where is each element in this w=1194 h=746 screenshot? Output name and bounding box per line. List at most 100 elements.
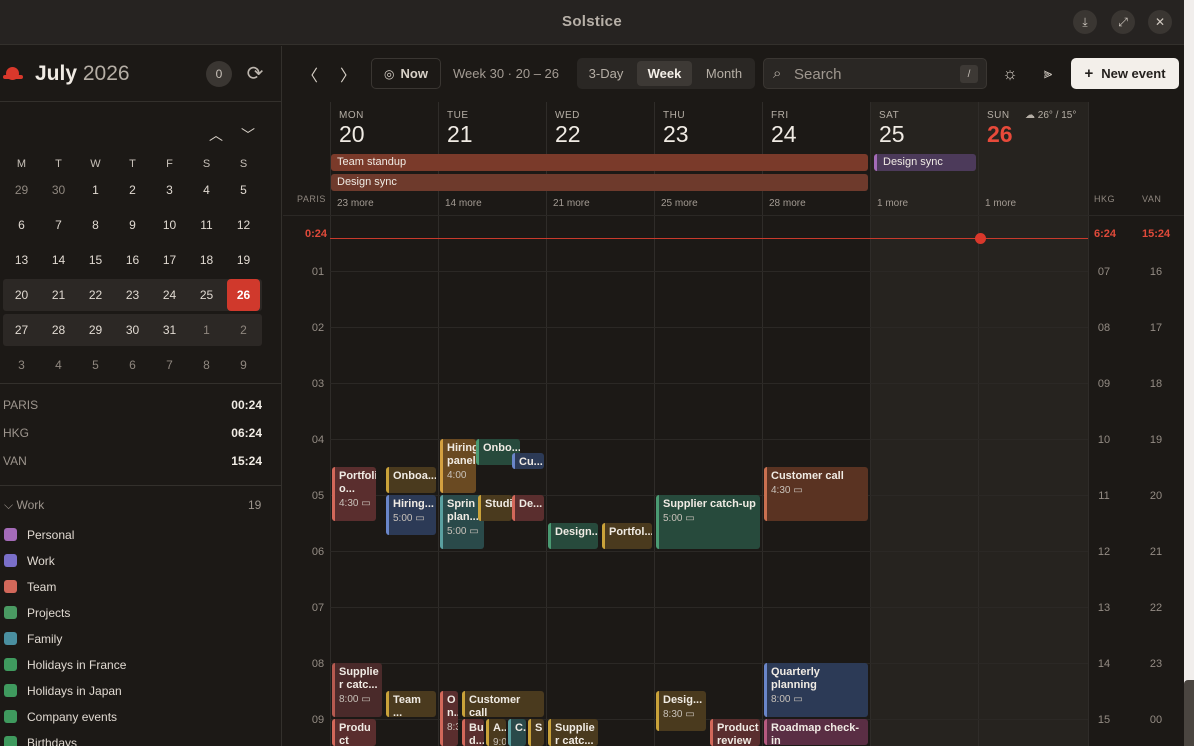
mini-day[interactable]: 28 [40, 314, 77, 346]
mini-day[interactable]: 30 [40, 174, 77, 206]
mini-day[interactable]: 5 [225, 174, 262, 206]
prev-week-icon[interactable]: 〈 [299, 58, 321, 89]
more-events-link[interactable]: 28 more [769, 198, 806, 209]
mini-day[interactable]: 7 [40, 209, 77, 241]
mini-day[interactable]: 7 [151, 349, 188, 381]
filter-sliders-icon[interactable]: ⫸ [1037, 58, 1059, 89]
event-block[interactable]: Customer call 4:30 ▭ [764, 467, 868, 521]
view-week[interactable]: Week [637, 61, 692, 86]
event-block[interactable]: Supplie r catc... 8:00 ▭ [332, 663, 382, 717]
event-block[interactable]: Studi... [478, 495, 512, 521]
mini-day[interactable]: 8 [188, 349, 225, 381]
mini-day[interactable]: 1 [77, 174, 114, 206]
mini-day[interactable]: 31 [151, 314, 188, 346]
event-block[interactable]: A... 9:0 [486, 719, 506, 746]
search-input[interactable]: ⌕ Search / [763, 58, 987, 89]
event-block[interactable]: Hiring panel 4:00 [440, 439, 476, 493]
event-block[interactable]: Onboa... [386, 467, 436, 493]
next-week-icon[interactable]: 〉 [337, 58, 359, 89]
mini-day[interactable]: 26 [227, 279, 260, 311]
event-block[interactable]: Supplie r catc... [548, 719, 598, 746]
day-header[interactable]: THU 23 [663, 110, 763, 148]
mini-day[interactable]: 9 [225, 349, 262, 381]
mini-day[interactable]: 12 [225, 209, 262, 241]
mini-day[interactable]: 16 [114, 244, 151, 276]
download-icon[interactable]: ⤓ [1073, 10, 1097, 34]
event-block[interactable]: De... [512, 495, 544, 521]
event-block[interactable]: Bu d... [462, 719, 484, 746]
theme-sun-icon[interactable]: ☼ [999, 58, 1021, 89]
mini-day[interactable]: 5 [77, 349, 114, 381]
mini-day[interactable]: 8 [77, 209, 114, 241]
mini-day[interactable]: 6 [114, 349, 151, 381]
mini-day[interactable]: 2 [114, 174, 151, 206]
mini-day[interactable]: 11 [188, 209, 225, 241]
mini-day[interactable]: 4 [40, 349, 77, 381]
chevron-up-icon[interactable]: ︿ [207, 126, 225, 144]
view-month[interactable]: Month [697, 61, 751, 86]
mini-day[interactable]: 6 [3, 209, 40, 241]
mini-day[interactable]: 9 [114, 209, 151, 241]
mini-day[interactable]: 13 [3, 244, 40, 276]
day-header[interactable]: WED 22 [555, 110, 655, 148]
event-block[interactable]: Roadmap check-in [764, 719, 868, 745]
event-block[interactable]: Portfol... [602, 523, 652, 549]
mini-day[interactable]: 15 [77, 244, 114, 276]
calendar-group-work[interactable]: ⌵ Work 19 [4, 498, 261, 513]
more-events-link[interactable]: 14 more [445, 198, 482, 209]
mini-day[interactable]: 19 [225, 244, 262, 276]
day-header[interactable]: TUE 21 [447, 110, 547, 148]
allday-event[interactable]: Design sync [331, 174, 868, 191]
mini-day[interactable]: 10 [151, 209, 188, 241]
mini-day[interactable]: 3 [151, 174, 188, 206]
more-events-link[interactable]: 25 more [661, 198, 698, 209]
sync-icon[interactable]: ⟳ [243, 61, 267, 85]
event-block[interactable]: O n... 8:3 [440, 691, 458, 746]
more-events-link[interactable]: 23 more [337, 198, 374, 209]
event-block[interactable]: Desig... 8:30 ▭ [656, 691, 706, 731]
more-events-link[interactable]: 1 more [877, 198, 908, 209]
mini-day[interactable]: 20 [3, 279, 40, 311]
event-block[interactable]: Product review [710, 719, 760, 746]
mini-day[interactable]: 27 [3, 314, 40, 346]
event-block[interactable]: Design... [548, 523, 598, 549]
event-block[interactable]: Produ ct [332, 719, 376, 746]
more-events-link[interactable]: 21 more [553, 198, 590, 209]
event-block[interactable]: Cu... [512, 453, 544, 469]
now-button[interactable]: ◎ Now [371, 58, 441, 89]
mini-day[interactable]: 30 [114, 314, 151, 346]
mini-day[interactable]: 1 [188, 314, 225, 346]
chevron-down-icon[interactable]: ﹀ [239, 126, 257, 144]
event-block[interactable]: Team ... [386, 691, 436, 717]
event-block[interactable]: S [528, 719, 544, 746]
allday-event[interactable]: Design sync [874, 154, 976, 171]
event-block[interactable]: Quarterly planning 8:00 ▭ [764, 663, 868, 717]
mini-day[interactable]: 4 [188, 174, 225, 206]
mini-day[interactable]: 3 [3, 349, 40, 381]
view-3day[interactable]: 3-Day [581, 61, 631, 86]
mini-day[interactable]: 2 [225, 314, 262, 346]
event-block[interactable]: Customer call [462, 691, 544, 717]
fullscreen-icon[interactable]: ⤢ [1111, 10, 1135, 34]
mini-day[interactable]: 22 [77, 279, 114, 311]
mini-day[interactable]: 14 [40, 244, 77, 276]
close-icon[interactable]: ✕ [1148, 10, 1172, 34]
mini-day[interactable]: 23 [114, 279, 151, 311]
mini-day[interactable]: 29 [77, 314, 114, 346]
day-header[interactable]: FRI 24 [771, 110, 871, 148]
event-block[interactable]: Supplier catch-up 5:00 ▭ [656, 495, 760, 549]
allday-event[interactable]: Team standup [331, 154, 868, 171]
mini-day[interactable]: 25 [188, 279, 225, 311]
event-block[interactable]: C... [508, 719, 526, 746]
mini-day[interactable]: 29 [3, 174, 40, 206]
notification-badge[interactable]: 0 [206, 61, 232, 87]
event-block[interactable]: Portfoli o... 4:30 ▭ [332, 467, 376, 521]
mini-day[interactable]: 24 [151, 279, 188, 311]
event-block[interactable]: Hiring... 5:00 ▭ [386, 495, 436, 535]
mini-day[interactable]: 18 [188, 244, 225, 276]
more-events-link[interactable]: 1 more [985, 198, 1016, 209]
mini-day[interactable]: 21 [40, 279, 77, 311]
mini-day[interactable]: 17 [151, 244, 188, 276]
day-header[interactable]: MON 20 [339, 110, 439, 148]
day-header[interactable]: SAT 25 [879, 110, 979, 148]
